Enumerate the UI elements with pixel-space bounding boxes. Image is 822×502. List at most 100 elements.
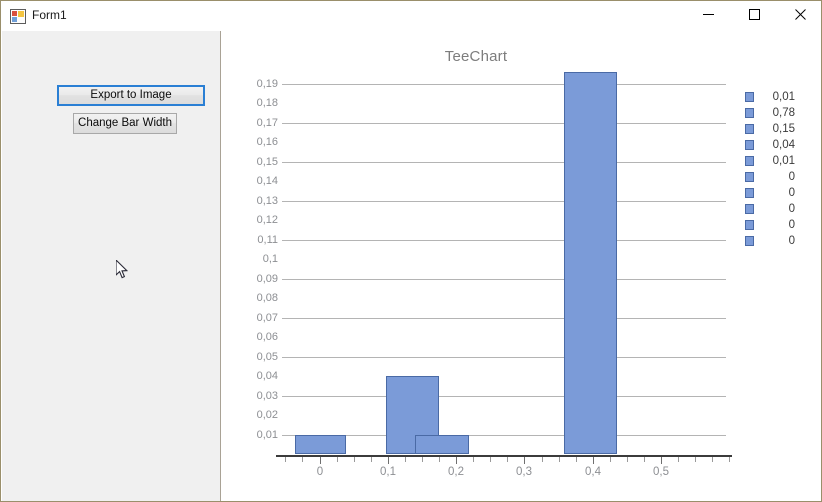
legend-item[interactable]: 0,01 (745, 153, 815, 169)
legend-item[interactable]: 0 (745, 185, 815, 201)
x-axis-line (276, 455, 732, 457)
x-axis-minor-tick (627, 457, 628, 462)
legend-item[interactable]: 0 (745, 201, 815, 217)
y-axis-tick-label: 0,09 (256, 272, 278, 285)
y-axis-tick-label: 0,15 (256, 155, 278, 168)
export-to-image-button[interactable]: Export to Image (57, 85, 205, 106)
legend-swatch (745, 92, 754, 102)
y-axis-tick-label: 0,16 (256, 136, 278, 149)
chart-bar[interactable] (564, 72, 617, 454)
x-axis-minor-tick (285, 457, 286, 462)
legend-label: 0 (788, 219, 795, 231)
x-axis-major-tick (456, 457, 457, 464)
x-axis-minor-tick (405, 457, 406, 462)
legend-swatch (745, 204, 754, 214)
form-window: Form1 Export to Image Change Bar Width T… (0, 0, 822, 502)
legend-label: 0,78 (772, 107, 795, 119)
y-axis-tick-label: 0,18 (256, 97, 278, 110)
legend-swatch (745, 188, 754, 198)
chart-title: TeeChart (444, 48, 508, 65)
legend-item[interactable]: 0,01 (745, 89, 815, 105)
y-axis-tick-label: 0,12 (256, 214, 278, 227)
y-axis-tick-label: 0,06 (256, 331, 278, 344)
legend-swatch (745, 236, 754, 246)
y-axis-tick-label: 0,13 (256, 194, 278, 207)
client-area: Export to Image Change Bar Width TeeChar… (2, 31, 821, 501)
x-axis-minor-tick (371, 457, 372, 462)
x-axis-minor-tick (678, 457, 679, 462)
x-axis-major-tick (524, 457, 525, 464)
x-axis-minor-tick (354, 457, 355, 462)
y-axis-tick-label: 0,04 (256, 370, 278, 382)
close-icon (794, 7, 806, 25)
gridline (282, 396, 726, 397)
y-axis-tick-label: 0,03 (256, 389, 278, 402)
y-axis-tick-label: 0,17 (256, 116, 278, 129)
chart-bar[interactable] (415, 435, 469, 454)
legend-label: 0,01 (772, 91, 795, 103)
x-axis-tick-label: 0,2 (448, 466, 464, 478)
legend-swatch (745, 156, 754, 166)
form-icon (10, 9, 26, 24)
gridline (282, 318, 726, 319)
x-axis-minor-tick (610, 457, 611, 462)
gridline (282, 84, 726, 85)
x-axis-major-tick (388, 457, 389, 464)
legend-item[interactable]: 0,15 (745, 121, 815, 137)
title-bar: Form1 (1, 1, 821, 31)
x-axis-minor-tick (559, 457, 560, 462)
minimize-icon (702, 7, 714, 25)
x-axis-minor-tick (490, 457, 491, 462)
x-axis-tick-label: 0 (316, 466, 324, 478)
gridline (282, 201, 726, 202)
x-axis-tick-label: 0,5 (653, 466, 669, 478)
legend-swatch (745, 172, 754, 182)
y-axis-tick-label: 0,11 (257, 233, 278, 246)
legend-item[interactable]: 0 (745, 169, 815, 185)
x-axis-minor-tick (712, 457, 713, 462)
x-axis-minor-tick (422, 457, 423, 462)
gridline (282, 357, 726, 358)
chart-legend: 0,01 0,78 0,15 0,04 0,01 0 0 0 0 0 (745, 89, 815, 249)
x-axis-major-tick (320, 457, 321, 464)
x-axis-minor-tick (302, 457, 303, 462)
legend-label: 0,01 (772, 155, 795, 167)
legend-item[interactable]: 0 (745, 233, 815, 249)
y-axis-labels: 0,19 0,18 0,17 0,16 0,15 0,14 0,13 0,12 0,11 0,1 0… (221, 31, 278, 501)
x-axis-minor-tick (473, 457, 474, 462)
y-axis-tick-label: 0,02 (256, 409, 278, 421)
x-axis-minor-tick (439, 457, 440, 462)
controls-panel: Export to Image Change Bar Width (2, 31, 221, 501)
y-axis-tick-label: 0,05 (256, 350, 278, 363)
gridline (282, 123, 726, 124)
legend-item[interactable]: 0,04 (745, 137, 815, 153)
gridline (282, 279, 726, 280)
legend-label: 0 (788, 203, 795, 215)
legend-item[interactable]: 0 (745, 217, 815, 233)
y-axis-tick-label: 0,19 (256, 77, 278, 90)
maximize-icon (748, 7, 760, 25)
legend-swatch (745, 124, 754, 134)
y-axis-tick-label: 0,07 (256, 311, 278, 324)
plot-area (282, 67, 726, 454)
x-axis-minor-tick (695, 457, 696, 462)
y-axis-tick-label: 0,01 (256, 428, 278, 441)
x-axis-minor-tick (542, 457, 543, 462)
x-axis-minor-tick (729, 457, 730, 462)
minimize-button[interactable] (685, 1, 731, 31)
legend-label: 0 (788, 187, 795, 199)
legend-swatch (745, 140, 754, 150)
legend-swatch (745, 220, 754, 230)
maximize-button[interactable] (731, 1, 777, 31)
x-axis-tick-label: 0,1 (380, 466, 396, 478)
close-button[interactable] (777, 1, 821, 31)
chart-panel: TeeChart 0,19 0,18 0,17 0,16 0,15 0,14 0,13 0,1… (221, 31, 821, 501)
x-axis-minor-tick (576, 457, 577, 462)
legend-label: 0,04 (772, 139, 795, 151)
legend-label: 0 (788, 171, 795, 183)
legend-label: 0 (788, 235, 795, 247)
legend-item[interactable]: 0,78 (745, 105, 815, 121)
chart-bar[interactable] (295, 435, 346, 454)
gridline (282, 162, 726, 163)
change-bar-width-button[interactable]: Change Bar Width (73, 113, 177, 134)
